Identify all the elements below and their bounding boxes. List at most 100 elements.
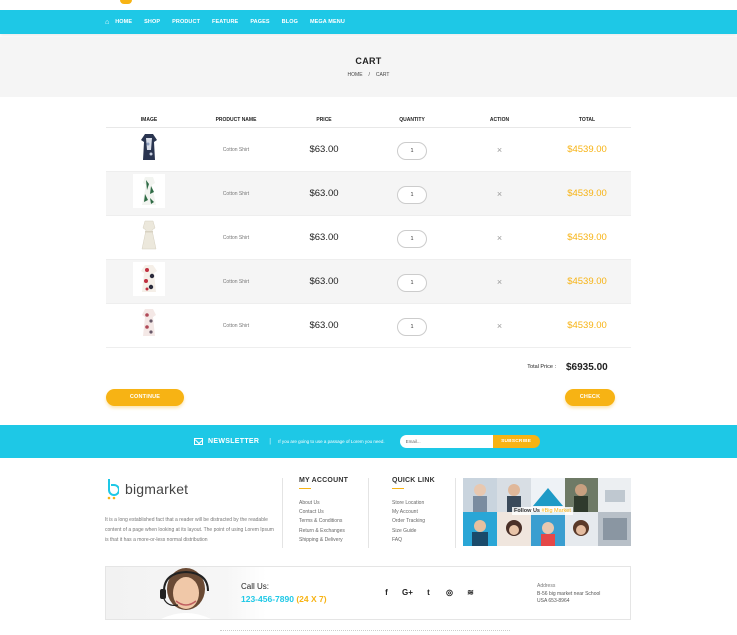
page-header: CART HOME / CART xyxy=(0,37,737,97)
quantity-input[interactable]: 1 xyxy=(397,186,427,204)
product-name[interactable]: Cotton Shirt xyxy=(192,235,280,241)
footer-link-store-location[interactable]: Store Location xyxy=(392,500,435,509)
footer-link-returns[interactable]: Return & Exchanges xyxy=(299,528,348,537)
address-line-1: B-56 big market near School xyxy=(537,590,601,597)
remove-icon[interactable]: × xyxy=(456,277,543,287)
instagram-icon[interactable]: ◎ xyxy=(439,588,460,597)
nav-item-pages[interactable]: PAGES xyxy=(250,19,269,25)
remove-icon[interactable]: × xyxy=(456,233,543,243)
footer-quick-link: QUICK LINK Store Location My Account Ord… xyxy=(392,477,435,546)
quick-link-title: QUICK LINK xyxy=(392,477,435,484)
title-underline xyxy=(392,488,404,489)
product-name[interactable]: Cotton Shirt xyxy=(192,279,280,285)
product-price: $63.00 xyxy=(309,144,339,155)
cart-table: IMAGE PRODUCT NAME PRICE QUANTITY ACTION… xyxy=(106,112,631,386)
newsletter-text: If you are going to use a passage of Lor… xyxy=(278,439,385,444)
social-links: f G+ t ◎ ≋ xyxy=(376,588,481,597)
facebook-icon[interactable]: f xyxy=(376,588,397,597)
table-row: Cotton Shirt $63.00 1 × $4539.00 xyxy=(106,172,631,216)
address-title: Address xyxy=(537,583,556,589)
follow-handle[interactable]: #Big Market xyxy=(542,508,571,514)
brand-icon xyxy=(105,478,120,500)
logo-fragment xyxy=(120,0,132,4)
address-block: Address B-56 big market near School USA … xyxy=(537,583,600,606)
product-price: $63.00 xyxy=(309,320,339,331)
table-row: Cotton Shirt $63.00 1 × $4539.00 xyxy=(106,128,631,172)
follow-us-label: Follow Us #Big Market xyxy=(512,507,573,515)
footer-about-text: It is a long established fact that a rea… xyxy=(105,517,274,543)
nav-item-blog[interactable]: BLOG xyxy=(282,19,298,25)
twitter-icon[interactable]: t xyxy=(418,588,439,597)
top-strip xyxy=(0,0,737,10)
footer-link-shipping[interactable]: Shipping & Delivery xyxy=(299,537,348,546)
footer-divider xyxy=(368,478,369,548)
product-image[interactable] xyxy=(133,174,165,208)
row-total: $4539.00 xyxy=(567,276,607,287)
quantity-input[interactable]: 1 xyxy=(397,230,427,248)
remove-icon[interactable]: × xyxy=(456,321,543,331)
product-price: $63.00 xyxy=(309,188,339,199)
row-total: $4539.00 xyxy=(567,144,607,155)
breadcrumb: HOME / CART xyxy=(0,72,737,78)
quantity-input[interactable]: 1 xyxy=(397,274,427,292)
mail-icon xyxy=(194,438,203,445)
breadcrumb-current: CART xyxy=(375,72,390,78)
header-price: PRICE xyxy=(316,116,332,123)
remove-icon[interactable]: × xyxy=(456,189,543,199)
footer-link-contact-us[interactable]: Contact Us xyxy=(299,509,348,518)
checkout-button[interactable]: CHECK OUT xyxy=(565,389,615,417)
email-input[interactable]: Email... xyxy=(399,435,493,448)
rss-icon[interactable]: ≋ xyxy=(460,588,481,597)
quantity-input[interactable]: 1 xyxy=(397,318,427,336)
brand-name: bigmarket xyxy=(125,481,189,497)
header-action: ACTION xyxy=(489,116,510,123)
footer-my-account: MY ACCOUNT About Us Contact Us Terms & C… xyxy=(299,477,348,546)
call-us-label: Call Us: xyxy=(241,582,270,591)
header-total: TOTAL xyxy=(578,116,596,123)
continue-shopping-button[interactable]: CONTINUE SHOPPING xyxy=(106,389,184,417)
product-image[interactable] xyxy=(133,262,165,296)
product-image[interactable] xyxy=(133,306,165,340)
contact-box: Call Us: 123-456-7890 (24 X 7) f G+ t ◎ … xyxy=(105,566,631,620)
phone-number[interactable]: 123-456-7890 xyxy=(241,594,294,604)
total-price-value: $6935.00 xyxy=(566,361,608,373)
footer-divider xyxy=(282,478,283,548)
remove-icon[interactable]: × xyxy=(456,145,543,155)
footer-link-order-tracking[interactable]: Order Tracking xyxy=(392,518,435,527)
product-name[interactable]: Cotton Shirt xyxy=(192,191,280,197)
cart-actions: CONTINUE SHOPPING CHECK OUT xyxy=(106,389,615,417)
footer-link-my-account[interactable]: My Account xyxy=(392,509,435,518)
product-name[interactable]: Cotton Shirt xyxy=(192,323,280,329)
home-icon[interactable]: ⌂ xyxy=(105,19,109,26)
product-name[interactable]: Cotton Shirt xyxy=(192,147,280,153)
nav-item-mega-menu[interactable]: MEGA MENU xyxy=(310,19,345,25)
footer-link-terms[interactable]: Terms & Conditions xyxy=(299,518,348,527)
cart-totals: Total Price : $6935.00 xyxy=(106,348,631,386)
footer-link-size-guide[interactable]: Size Guide xyxy=(392,528,435,537)
instagram-gallery[interactable]: Follow Us #Big Market xyxy=(463,478,631,546)
nav-item-home[interactable]: HOME xyxy=(115,19,132,25)
breadcrumb-home[interactable]: HOME xyxy=(348,72,363,78)
nav-item-product[interactable]: PRODUCT xyxy=(172,19,200,25)
product-image[interactable] xyxy=(133,130,165,164)
header-product-name: PRODUCT NAME xyxy=(215,116,257,123)
newsletter-title: NEWSLETTER xyxy=(208,438,260,445)
nav-item-shop[interactable]: SHOP xyxy=(144,19,160,25)
row-total: $4539.00 xyxy=(567,320,607,331)
breadcrumb-separator: / xyxy=(368,72,370,78)
google-plus-icon[interactable]: G+ xyxy=(397,588,418,597)
footer-link-faq[interactable]: FAQ xyxy=(392,537,435,546)
subscribe-button[interactable]: SUBSCRIBE xyxy=(492,435,540,448)
nav-item-feature[interactable]: FEATURE xyxy=(212,19,238,25)
row-total: $4539.00 xyxy=(567,188,607,199)
cart-header-row: IMAGE PRODUCT NAME PRICE QUANTITY ACTION… xyxy=(106,112,631,128)
footer-logo[interactable]: bigmarket xyxy=(105,478,188,500)
call-us-number[interactable]: 123-456-7890 (24 X 7) xyxy=(241,594,327,604)
quantity-input[interactable]: 1 xyxy=(397,142,427,160)
support-agent-image xyxy=(106,567,266,619)
total-price-label: Total Price : xyxy=(527,364,556,370)
footer-link-about-us[interactable]: About Us xyxy=(299,500,348,509)
newsletter-separator: | xyxy=(269,438,272,445)
product-image[interactable] xyxy=(133,218,165,252)
call-hours: (24 X 7) xyxy=(296,594,327,604)
